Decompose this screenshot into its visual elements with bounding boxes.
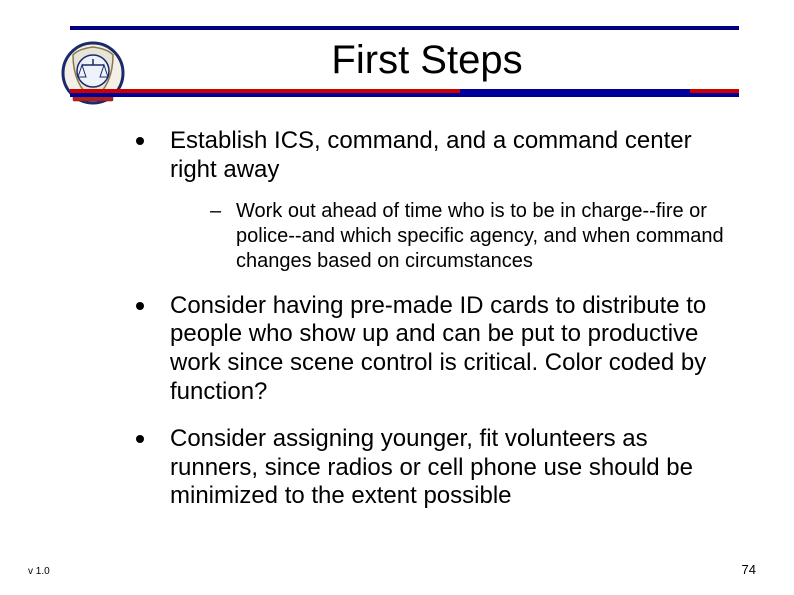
sub-bullet-text: Work out ahead of time who is to be in c… [236,200,724,272]
slide-header: First Steps [0,0,794,97]
bullet-text: Consider assigning younger, fit voluntee… [170,425,693,510]
footer-version: v 1.0 [28,566,50,577]
agency-seal-icon [58,35,128,115]
list-item: Consider having pre-made ID cards to dis… [130,292,739,407]
list-item: Consider assigning younger, fit voluntee… [130,425,739,511]
top-rule [70,26,739,30]
footer-page-number: 74 [742,562,756,577]
bullet-list: Establish ICS, command, and a command ce… [130,127,739,511]
sub-bullet-list: Work out ahead of time who is to be in c… [208,199,739,274]
slide-body: Establish ICS, command, and a command ce… [130,127,739,511]
bullet-text: Consider having pre-made ID cards to dis… [170,292,706,405]
list-item: Work out ahead of time who is to be in c… [208,199,739,274]
title-underline [70,89,739,97]
bullet-text: Establish ICS, command, and a command ce… [170,127,692,183]
underline-blue-over [460,89,690,93]
list-item: Establish ICS, command, and a command ce… [130,127,739,274]
underline-blue [70,93,739,97]
